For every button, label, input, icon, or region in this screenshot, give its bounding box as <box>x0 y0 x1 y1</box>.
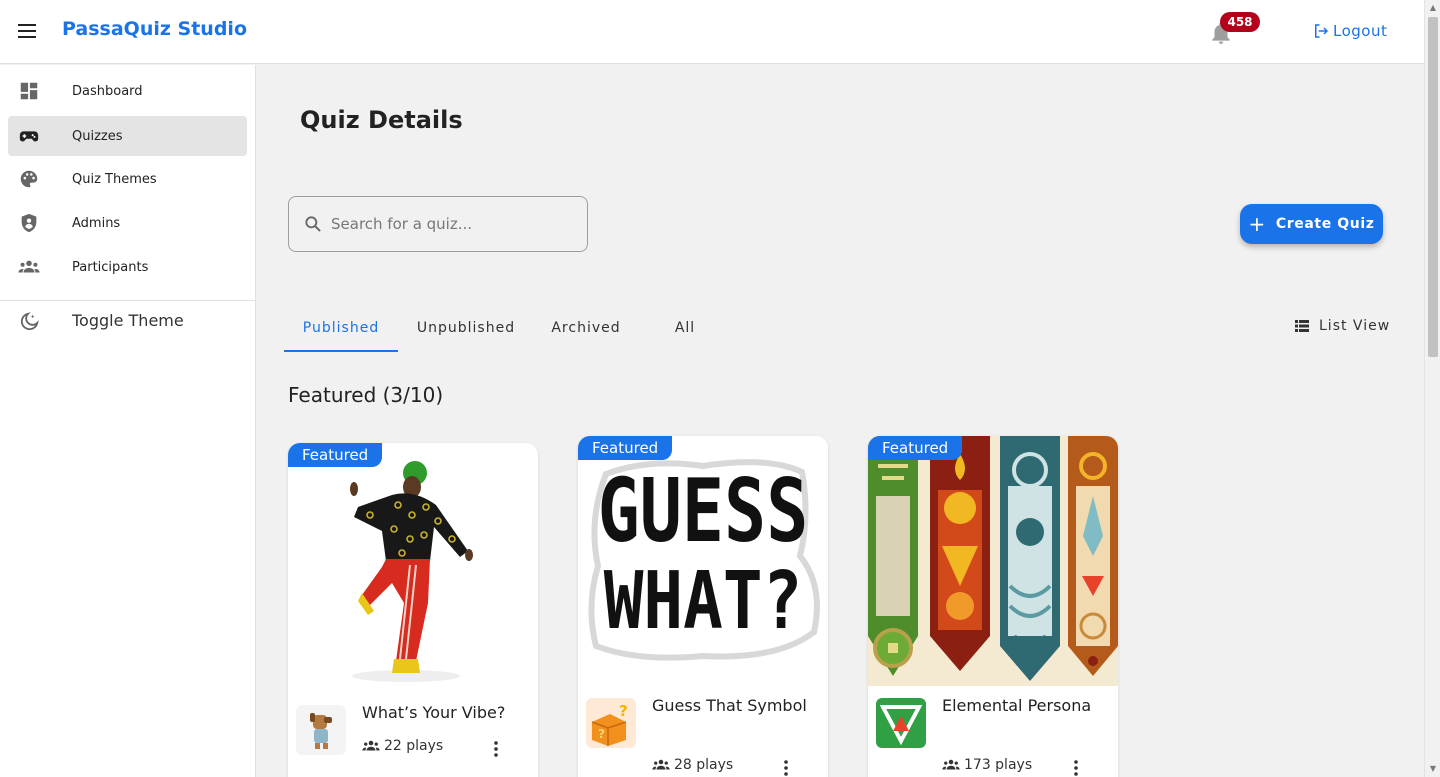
dashboard-icon <box>20 82 38 100</box>
sidebar-item-dashboard[interactable]: Dashboard <box>8 71 247 111</box>
sidebar-item-label: Admins <box>72 215 121 231</box>
shield-user-icon <box>21 213 37 233</box>
sidebar-item-admins[interactable]: Admins <box>8 203 247 243</box>
list-view-toggle[interactable]: List View <box>1295 318 1390 334</box>
guess-text: GUESS <box>598 459 809 562</box>
plus-icon: + <box>1248 212 1266 236</box>
menu-icon[interactable] <box>16 20 40 44</box>
create-quiz-label: Create Quiz <box>1275 216 1375 232</box>
moon-icon <box>20 312 39 331</box>
more-options-icon[interactable] <box>488 739 504 759</box>
people-icon <box>652 759 670 770</box>
quiz-plays: 22 plays <box>362 738 443 754</box>
logout-label: Logout <box>1333 22 1388 40</box>
elemental-banners-image <box>868 436 1118 686</box>
what-text: WHAT? <box>604 555 803 647</box>
people-icon <box>362 740 380 751</box>
plays-count: 28 plays <box>674 757 734 773</box>
people-icon <box>18 260 40 273</box>
top-app-bar: PassaQuiz Studio 458 Logout <box>0 0 1424 64</box>
quiz-avatar-question-box: ? ? <box>586 698 636 748</box>
quiz-title: Guess That Symbol <box>652 696 807 715</box>
plays-count: 22 plays <box>384 738 444 754</box>
dancer-illustration <box>288 443 538 693</box>
toggle-theme-label: Toggle Theme <box>72 311 184 330</box>
quiz-card[interactable]: Featured GUESS WHAT? ? ? Guess That Symb… <box>578 436 828 777</box>
toggle-theme-button[interactable]: Toggle Theme <box>8 301 247 341</box>
svg-text:?: ? <box>598 727 605 741</box>
quiz-card[interactable]: Featured What’s Your Vibe? 22 plays <box>288 443 538 777</box>
brand-title: PassaQuiz Studio <box>62 18 247 40</box>
logout-button[interactable]: Logout <box>1312 22 1387 40</box>
quiz-plays: 28 plays <box>652 757 733 773</box>
logout-icon <box>1315 24 1329 38</box>
tab-published[interactable]: Published <box>284 306 398 352</box>
search-icon <box>305 216 321 232</box>
tab-archived[interactable]: Archived <box>538 306 634 352</box>
featured-ribbon: Featured <box>868 436 963 460</box>
sidebar-item-quizzes[interactable]: Quizzes <box>8 116 247 156</box>
sidebar-item-quiz-themes[interactable]: Quiz Themes <box>8 159 247 199</box>
palette-icon <box>20 170 38 188</box>
list-icon <box>1295 320 1309 332</box>
featured-ribbon: Featured <box>578 436 673 460</box>
featured-ribbon: Featured <box>288 443 383 467</box>
scroll-up-arrow-icon[interactable]: ▲ <box>1428 3 1438 13</box>
sidebar-item-label: Dashboard <box>72 83 143 99</box>
sidebar-item-label: Quiz Themes <box>72 171 157 187</box>
sidebar: Dashboard Quizzes Quiz Themes Admins Par… <box>0 65 256 777</box>
svg-text:?: ? <box>619 702 628 720</box>
search-field[interactable] <box>288 196 588 252</box>
more-options-icon[interactable] <box>778 758 794 777</box>
notification-count-badge: 458 <box>1220 12 1260 32</box>
tab-unpublished[interactable]: Unpublished <box>404 306 528 352</box>
people-icon <box>942 759 960 770</box>
scroll-thumb[interactable] <box>1428 17 1438 357</box>
sidebar-item-label: Quizzes <box>72 128 123 144</box>
page-scrollbar[interactable]: ▲ ▼ <box>1424 0 1440 777</box>
featured-section-title: Featured (3/10) <box>288 383 444 407</box>
quiz-avatar-dog <box>296 705 346 755</box>
create-quiz-button[interactable]: + Create Quiz <box>1240 204 1383 244</box>
more-options-icon[interactable] <box>1068 758 1084 777</box>
quiz-avatar-earth-badge <box>876 698 926 748</box>
page-title: Quiz Details <box>300 106 463 134</box>
list-view-label: List View <box>1319 318 1391 334</box>
quiz-title: Elemental Persona <box>942 696 1092 715</box>
plays-count: 173 plays <box>964 757 1033 773</box>
search-input[interactable] <box>331 211 571 237</box>
scroll-down-arrow-icon[interactable]: ▼ <box>1428 764 1438 774</box>
guess-what-image: GUESS WHAT? <box>578 436 828 686</box>
quiz-title: What’s Your Vibe? <box>362 703 506 722</box>
tab-all[interactable]: All <box>652 306 718 352</box>
sidebar-item-label: Participants <box>72 259 149 275</box>
quiz-plays: 173 plays <box>942 757 1032 773</box>
quiz-card[interactable]: Featured Elemental Persona 173 plays <box>868 436 1118 777</box>
sidebar-item-participants[interactable]: Participants <box>8 247 247 287</box>
gamepad-icon <box>19 131 39 142</box>
